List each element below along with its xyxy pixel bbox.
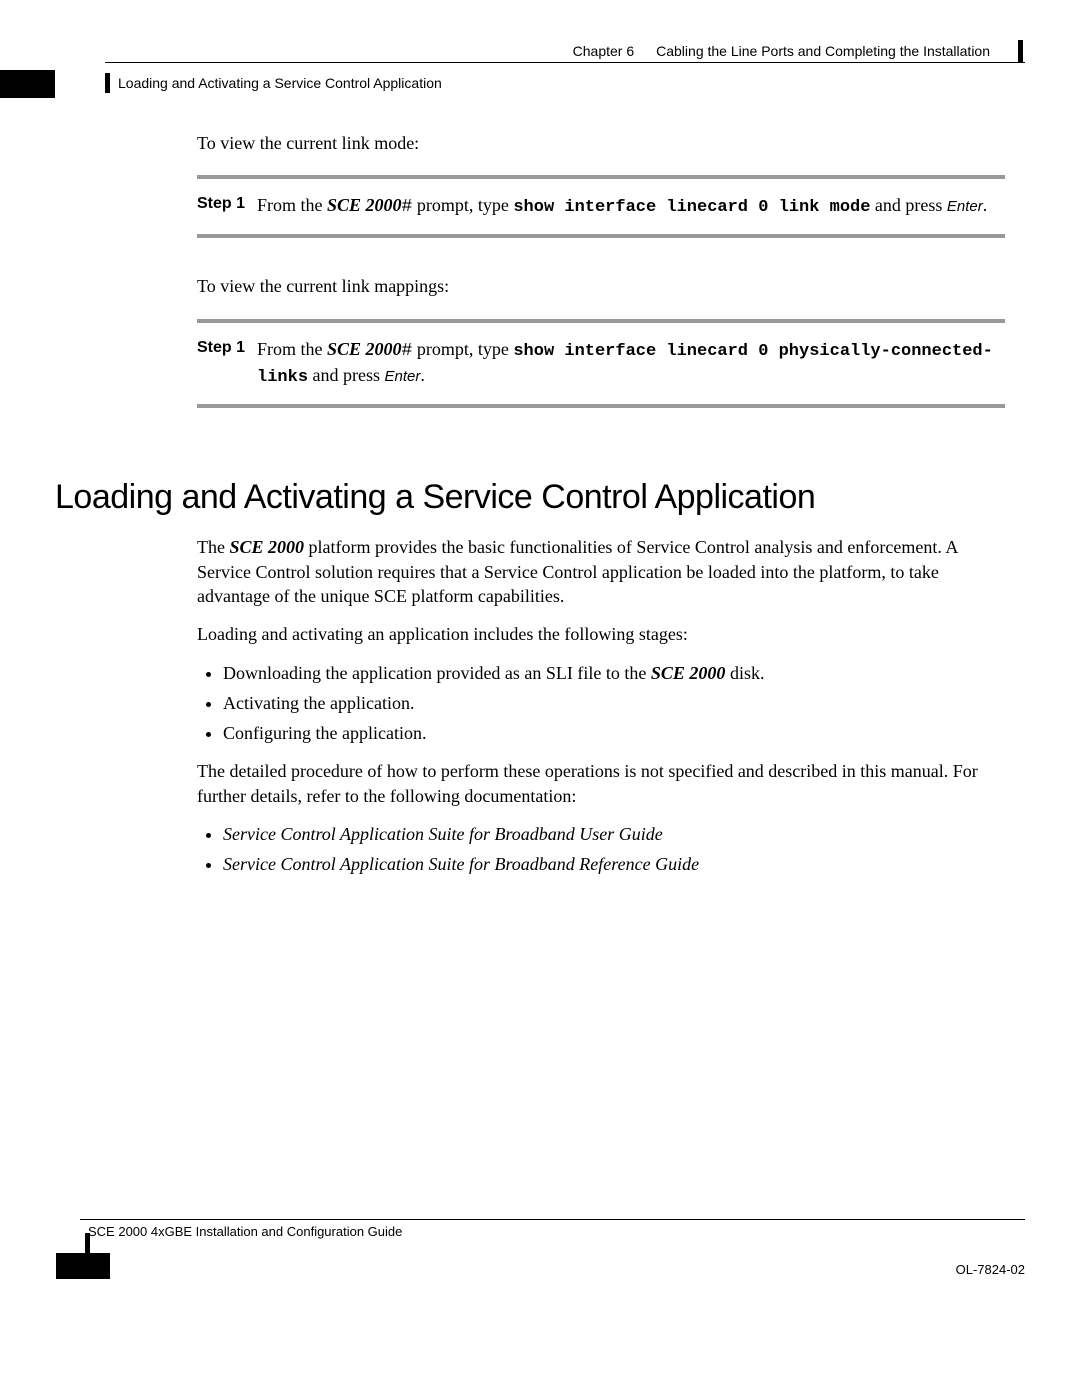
step-label: Step 1 [197,193,245,220]
section-heading: Loading and Activating a Service Control… [55,478,1025,517]
step-text: . [983,195,988,215]
step-label: Step 1 [197,337,245,391]
document-page: Chapter 6 Cabling the Line Ports and Com… [0,0,1080,1317]
header-divider [105,62,1025,63]
body-content: To view the current link mode: Step 1 Fr… [197,131,1005,408]
chapter-label: Chapter 6 [573,43,634,59]
step-text: From the [257,195,327,215]
prompt-name: SCE 2000 [327,339,402,359]
sce-name: SCE 2000 [229,537,304,557]
list-item: Configuring the application. [223,721,1005,745]
header-rule-icon [1018,40,1023,62]
header-black-box-icon [0,70,55,98]
step-text: and press [308,365,384,385]
page-footer: SCE 2000 4xGBE Installation and Configur… [0,1219,1025,1277]
section-paragraph: Loading and activating an application in… [197,622,1005,646]
footer-black-box-icon [56,1253,110,1279]
step-text: From the [257,339,327,359]
text-span: Configuring the application. [223,723,426,743]
prompt-hash: # [402,341,413,361]
enter-key: Enter [385,368,421,385]
step-block-mappings: Step 1 From the SCE 2000# prompt, type s… [197,319,1005,409]
running-section-label: Loading and Activating a Service Control… [105,73,1025,93]
prompt-hash: # [402,197,413,217]
list-item: Service Control Application Suite for Br… [223,852,1005,876]
footer-page-number: 6-16 [14,1259,42,1275]
text-span: Activating the application. [223,693,414,713]
step-block-link-mode: Step 1 From the SCE 2000# prompt, type s… [197,175,1005,238]
step-text: and press [870,195,946,215]
prompt-name: SCE 2000 [327,195,402,215]
chapter-title: Cabling the Line Ports and Completing th… [656,43,990,59]
step-body: From the SCE 2000# prompt, type show int… [257,337,1005,391]
section-label-bar-icon [105,73,110,93]
list-item: Activating the application. [223,691,1005,715]
section-body: The SCE 2000 platform provides the basic… [197,535,1005,876]
step-text: . [420,365,425,385]
list-item: Service Control Application Suite for Br… [223,822,1005,846]
footer-doc-id: OL-7824-02 [956,1262,1025,1277]
text-span: The [197,537,229,557]
enter-key: Enter [947,198,983,215]
text-span: platform provides the basic functionalit… [197,537,957,606]
stages-list: Downloading the application provided as … [197,661,1005,746]
text-span: disk. [725,663,764,683]
step-body: From the SCE 2000# prompt, type show int… [257,193,987,220]
references-list: Service Control Application Suite for Br… [197,822,1005,877]
sce-name: SCE 2000 [651,663,726,683]
footer-divider [80,1219,1025,1220]
step-text: prompt, type [412,195,513,215]
command-text: show interface linecard 0 link mode [513,198,870,217]
intro-mappings: To view the current link mappings: [197,274,1005,298]
text-span: Downloading the application provided as … [223,663,651,683]
section-paragraph: The SCE 2000 platform provides the basic… [197,535,1005,608]
section-paragraph: The detailed procedure of how to perform… [197,759,1005,808]
step-text: prompt, type [412,339,513,359]
list-item: Downloading the application provided as … [223,661,1005,685]
section-label-text: Loading and Activating a Service Control… [118,75,442,91]
intro-link-mode: To view the current link mode: [197,131,1005,155]
footer-guide-title: SCE 2000 4xGBE Installation and Configur… [88,1224,402,1239]
page-header: Chapter 6 Cabling the Line Ports and Com… [55,40,1023,62]
